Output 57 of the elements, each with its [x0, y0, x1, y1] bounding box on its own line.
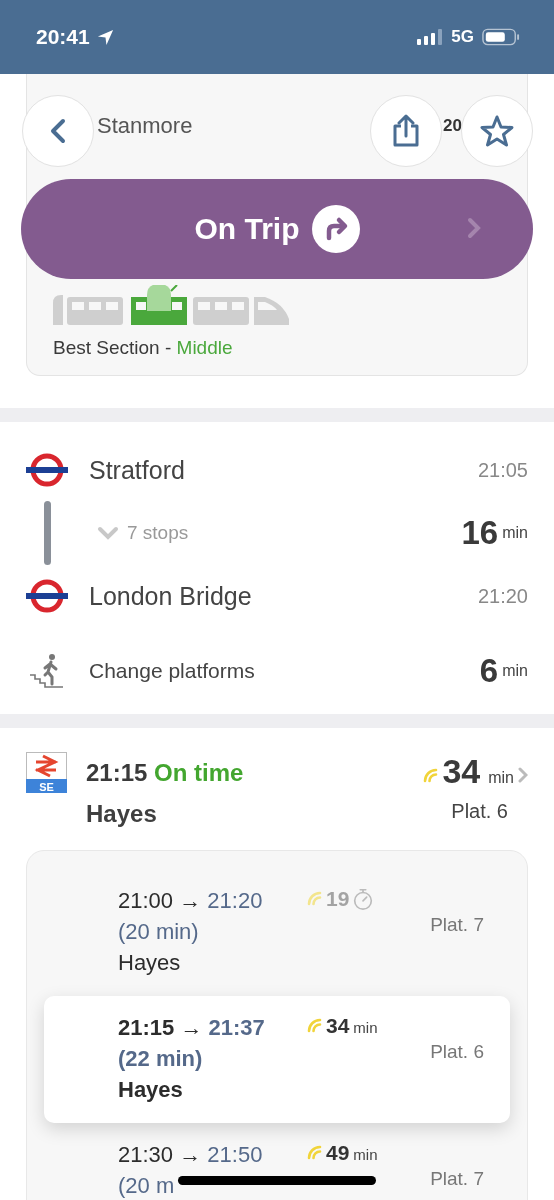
departure-option[interactable]: 21:15 → 21:37 (22 min) Hayes 34 min Plat. 6: [44, 996, 510, 1123]
trip-duration: (20 min): [118, 918, 199, 946]
departure-option[interactable]: 21:00 → 21:20 (20 min) Hayes 19 Plat. 7: [44, 869, 510, 996]
departure-arrival: 21:30 → 21:50: [118, 1141, 263, 1169]
back-icon: [48, 118, 68, 144]
realtime-icon: [422, 767, 439, 783]
network-label: 5G: [451, 27, 474, 47]
location-arrow-icon: [95, 27, 115, 47]
departure-arrival: 21:00 → 21:20: [118, 887, 263, 915]
duration-unit: min: [502, 524, 528, 542]
transfer-label: Change platforms: [89, 659, 256, 683]
realtime-icon: [306, 1017, 322, 1033]
route-line: [43, 501, 51, 565]
platform: Plat. 7: [430, 1167, 484, 1190]
clock: 20:41: [36, 25, 90, 49]
platform: Plat. 6: [451, 799, 508, 824]
minutes-unit: min: [488, 769, 514, 787]
destination: Hayes: [86, 799, 158, 829]
destination: Hayes: [118, 949, 181, 977]
duration-value: 6: [479, 652, 499, 690]
realtime-minutes: 49: [326, 1141, 350, 1165]
underground-roundel-icon: [26, 578, 68, 614]
realtime-minutes: 34: [326, 1014, 350, 1038]
chevron-right-icon: [518, 767, 528, 783]
underground-roundel-icon: [26, 452, 68, 488]
battery-icon: [482, 28, 520, 46]
station-name: Stratford: [89, 455, 186, 485]
departure-time: 21:05: [477, 458, 528, 482]
duration-value: 16: [461, 514, 499, 552]
trip-duration: (22 min): [118, 1045, 203, 1073]
destination: Hayes: [118, 1076, 183, 1104]
origin-station: Stanmore: [97, 113, 193, 138]
time-fragment: 20: [443, 116, 462, 136]
platform: Plat. 6: [430, 1040, 484, 1063]
chevron-right-icon: [467, 217, 481, 239]
departure-arrival: 21:15 → 21:37: [118, 1014, 265, 1042]
minutes-unit: min: [353, 1146, 378, 1163]
chevron-down-icon: [97, 526, 119, 540]
best-section-text: Best Section - Middle: [53, 336, 234, 360]
walking-stairs-icon: [29, 653, 65, 689]
star-icon: [480, 114, 514, 148]
departure-option[interactable]: 21:30 → 21:50 (20 m 49 min Plat. 7: [44, 1123, 510, 1200]
on-trip-button[interactable]: On Trip: [21, 179, 533, 279]
duration-unit: min: [502, 662, 528, 680]
realtime-icon: [306, 890, 322, 906]
share-icon: [391, 114, 421, 148]
signal-icon: [417, 29, 444, 45]
arrival-time: 21:20: [477, 584, 528, 608]
minutes-unit: min: [353, 1019, 378, 1036]
trip-duration: (20 m: [118, 1172, 175, 1200]
departure-status: 21:15 On time: [86, 758, 245, 788]
station-name: London Bridge: [89, 581, 253, 611]
platform: Plat. 7: [430, 913, 484, 936]
realtime-icon: [306, 1144, 322, 1160]
rail-operator-logo: SE: [26, 752, 67, 793]
realtime-minutes: 19: [326, 887, 350, 911]
realtime-minutes: 34: [442, 752, 481, 791]
